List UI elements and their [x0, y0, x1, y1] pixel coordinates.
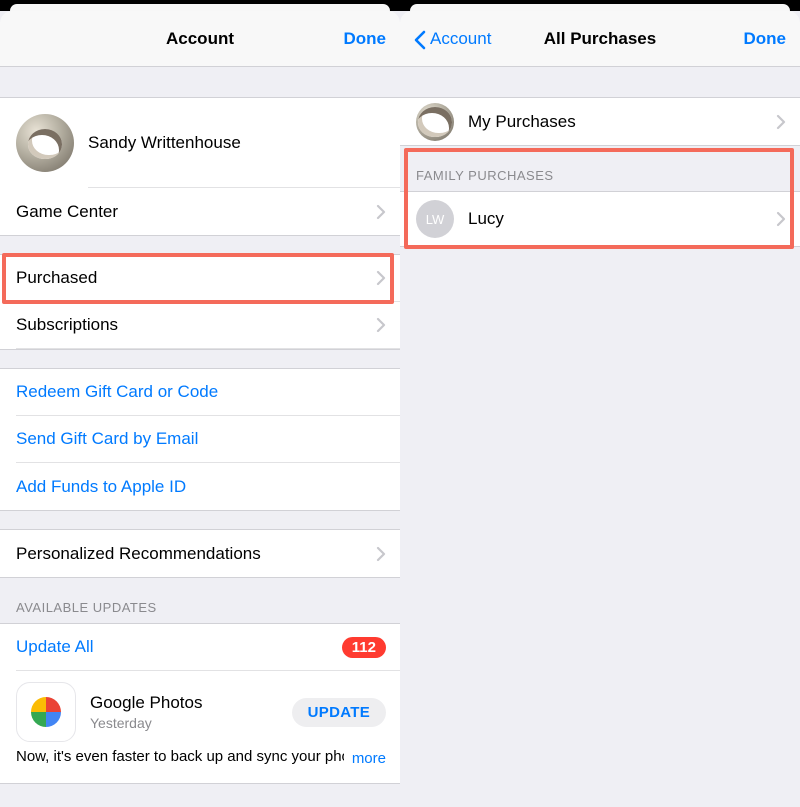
row-label: Personalized Recommendations: [16, 544, 261, 564]
chevron-right-icon: [376, 270, 386, 286]
profile-name: Sandy Writtenhouse: [88, 133, 241, 153]
update-all-label: Update All: [16, 637, 94, 657]
avatar-initials: LW: [416, 200, 454, 238]
recommendations-section: Personalized Recommendations: [0, 529, 400, 578]
add-funds-row[interactable]: Add Funds to Apple ID: [0, 463, 400, 510]
sheet-backdrop: [400, 0, 800, 11]
avatar: [416, 103, 454, 141]
family-purchases-section: LW Lucy: [400, 191, 800, 247]
update-all-row[interactable]: Update All 112: [0, 624, 400, 671]
navbar: Account Done: [0, 11, 400, 67]
purchased-row[interactable]: Purchased: [0, 255, 400, 302]
chevron-right-icon: [376, 546, 386, 562]
back-button[interactable]: Account: [414, 29, 504, 49]
subscriptions-row[interactable]: Subscriptions: [0, 302, 400, 349]
purchases-section: Purchased Subscriptions: [0, 254, 400, 350]
profile-section: Sandy Writtenhouse Game Center: [0, 97, 400, 236]
row-label: Game Center: [16, 202, 118, 222]
my-purchases-row[interactable]: My Purchases: [400, 98, 800, 145]
profile-row[interactable]: Sandy Writtenhouse: [0, 98, 400, 188]
navbar: Account All Purchases Done: [400, 11, 800, 67]
updates-badge: 112: [342, 637, 386, 658]
app-desc-text: Now, it's even faster to back up and syn…: [16, 748, 374, 765]
account-screen: Account Done Sandy Writtenhouse Game Cen…: [0, 0, 400, 807]
chevron-right-icon: [776, 211, 786, 227]
redeem-row[interactable]: Redeem Gift Card or Code: [0, 369, 400, 416]
more-link[interactable]: more: [344, 749, 386, 769]
done-button[interactable]: Done: [326, 29, 386, 49]
recommendations-row[interactable]: Personalized Recommendations: [0, 530, 400, 577]
family-purchases-header: FAMILY PURCHASES: [400, 146, 800, 191]
family-member-name: Lucy: [468, 209, 504, 229]
app-meta: Google Photos Yesterday: [90, 693, 202, 731]
app-subtitle: Yesterday: [90, 715, 202, 731]
done-button[interactable]: Done: [726, 29, 786, 49]
row-label: Redeem Gift Card or Code: [16, 382, 218, 402]
row-label: Purchased: [16, 268, 97, 288]
updates-header: AVAILABLE UPDATES: [0, 578, 400, 623]
game-center-row[interactable]: Game Center: [0, 188, 400, 235]
google-photos-icon: [16, 682, 76, 742]
all-purchases-screen: Account All Purchases Done My Purchases …: [400, 0, 800, 807]
my-purchases-section: My Purchases: [400, 97, 800, 146]
sheet-backdrop: [0, 0, 400, 11]
updates-section: Update All 112 Google Photos Yesterday U…: [0, 623, 400, 784]
row-label: Subscriptions: [16, 315, 118, 335]
row-label: Send Gift Card by Email: [16, 429, 198, 449]
app-update-row[interactable]: Google Photos Yesterday UPDATE: [0, 671, 400, 743]
app-description: Now, it's even faster to back up and syn…: [0, 743, 400, 783]
chevron-right-icon: [376, 317, 386, 333]
chevron-right-icon: [776, 114, 786, 130]
update-button[interactable]: UPDATE: [292, 698, 386, 727]
row-label: My Purchases: [468, 112, 576, 132]
row-label: Add Funds to Apple ID: [16, 477, 186, 497]
app-name: Google Photos: [90, 693, 202, 713]
chevron-right-icon: [376, 204, 386, 220]
chevron-left-icon: [414, 30, 426, 48]
family-member-row[interactable]: LW Lucy: [400, 192, 800, 246]
send-gift-row[interactable]: Send Gift Card by Email: [0, 416, 400, 463]
back-label: Account: [430, 29, 491, 49]
avatar: [16, 114, 74, 172]
actions-section: Redeem Gift Card or Code Send Gift Card …: [0, 368, 400, 511]
